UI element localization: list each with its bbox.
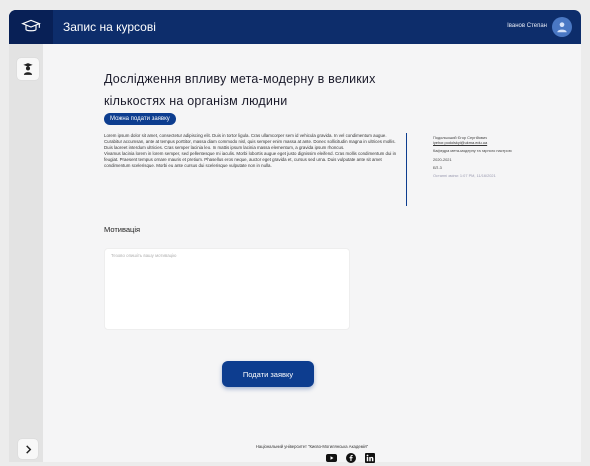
motivation-label: Мотивація [104,225,141,234]
last-modified: Останні зміни: 1:07 PM, 11/16/2021 [433,173,496,179]
status-badge: Можна подати заявку [104,113,176,125]
sidebar-item-my-courses[interactable] [17,58,39,80]
motivation-input[interactable] [105,249,349,329]
main-content: Дослідження впливу мета-модерну в велики… [43,44,581,463]
description-paragraph: Vivamus lacinia lorem in lorem semper, s… [104,151,397,169]
logo[interactable] [9,10,53,44]
youtube-icon [326,454,337,462]
submit-application-button[interactable]: Подати заявку [222,361,314,387]
user-avatar-icon [557,22,567,33]
linkedin-link[interactable] [365,453,375,463]
description-paragraph: Lorem ipsum dolor sit amet, consectetur … [104,133,396,151]
teacher-info: Подольський Єгор Сергійович iyehor.podol… [433,135,533,178]
sidebar-expand-button[interactable] [18,439,38,459]
footer-university: Національний університет "Києво-Могилянс… [255,444,369,449]
facebook-icon [346,453,356,463]
top-bar: Запис на курсові Іванов Степан [9,10,581,44]
divider [406,133,407,206]
student-icon [23,63,33,75]
app-title: Запис на курсові [63,20,156,34]
page-title: Дослідження впливу мета-модерну в велики… [104,72,376,108]
avatar[interactable] [552,17,572,37]
facebook-link[interactable] [346,453,356,463]
chevron-right-icon [25,444,31,454]
sidebar [9,44,43,462]
motivation-field-container [104,248,350,330]
course-description: Lorem ipsum dolor sit amet, consectetur … [104,133,398,170]
linkedin-icon [365,453,375,463]
graduation-cap-icon [21,19,41,32]
social-links [326,453,375,463]
user-name[interactable]: Іванов Степан [507,23,547,29]
youtube-link[interactable] [326,454,337,462]
